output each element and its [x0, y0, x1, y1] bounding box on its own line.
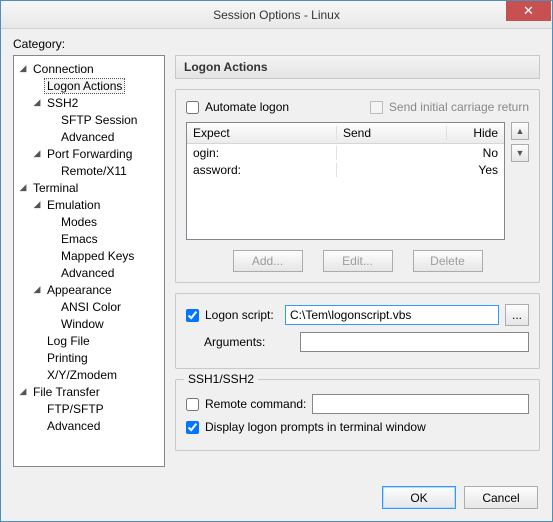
tree-modes[interactable]: Modes	[58, 215, 100, 229]
tree-advanced[interactable]: Advanced	[44, 419, 103, 433]
category-label: Category:	[13, 37, 540, 51]
settings-panel: Logon Actions Automate logon Send initia…	[175, 55, 540, 467]
tree-xyzmodem[interactable]: X/Y/Zmodem	[44, 368, 120, 382]
dialog-footer: OK Cancel	[382, 486, 538, 509]
ssh-legend: SSH1/SSH2	[184, 372, 258, 386]
chevron-down-icon[interactable]: ◢	[30, 148, 44, 159]
tree-remote-x11[interactable]: Remote/X11	[58, 164, 130, 178]
tree-emulation[interactable]: Emulation	[44, 198, 103, 212]
automate-logon-checkbox[interactable]	[186, 101, 199, 114]
tree-printing[interactable]: Printing	[44, 351, 91, 365]
send-initial-cr-label: Send initial carriage return	[389, 100, 529, 114]
logon-script-input[interactable]	[285, 305, 499, 325]
tree-logon-actions[interactable]: Logon Actions	[44, 78, 125, 94]
automate-logon-group: Automate logon Send initial carriage ret…	[175, 89, 540, 283]
tree-port-forwarding[interactable]: Port Forwarding	[44, 147, 135, 161]
expect-send-list[interactable]: Expect Send Hide ogin: No	[186, 122, 505, 240]
tree-terminal[interactable]: Terminal	[30, 181, 81, 195]
display-prompts-label: Display logon prompts in terminal window	[205, 420, 426, 434]
col-send[interactable]: Send	[337, 126, 447, 140]
category-tree[interactable]: ◢ Connection Logon Actions ◢SSH2 SFTP Se…	[13, 55, 165, 467]
ok-button[interactable]: OK	[382, 486, 456, 509]
automate-logon-label: Automate logon	[205, 100, 289, 114]
tree-window[interactable]: Window	[58, 317, 107, 331]
cancel-button[interactable]: Cancel	[464, 486, 538, 509]
tree-file-transfer[interactable]: File Transfer	[30, 385, 103, 399]
remote-command-label: Remote command:	[205, 397, 306, 411]
ssh-group: SSH1/SSH2 Remote command: Display logon …	[175, 379, 540, 451]
logon-script-label: Logon script:	[205, 308, 279, 322]
session-options-window: Session Options - Linux ✕ Category: ◢ Co…	[0, 0, 553, 522]
display-prompts-checkbox[interactable]	[186, 421, 199, 434]
chevron-down-icon[interactable]: ◢	[30, 284, 44, 295]
tree-appearance[interactable]: Appearance	[44, 283, 115, 297]
tree-ftp-sftp[interactable]: FTP/SFTP	[44, 402, 107, 416]
chevron-down-icon[interactable]: ◢	[30, 199, 44, 210]
logon-script-group: Logon script: ... Arguments:	[175, 293, 540, 369]
logon-script-checkbox[interactable]	[186, 309, 199, 322]
tree-advanced[interactable]: Advanced	[58, 130, 117, 144]
tree-connection[interactable]: Connection	[30, 62, 97, 76]
browse-button[interactable]: ...	[505, 304, 529, 326]
tree-advanced[interactable]: Advanced	[58, 266, 117, 280]
delete-button[interactable]: Delete	[413, 250, 483, 272]
tree-emacs[interactable]: Emacs	[58, 232, 101, 246]
tree-log-file[interactable]: Log File	[44, 334, 93, 348]
titlebar: Session Options - Linux ✕	[1, 1, 552, 29]
add-button[interactable]: Add...	[233, 250, 303, 272]
content-area: Category: ◢ Connection Logon Actions ◢SS…	[1, 29, 552, 477]
window-title: Session Options - Linux	[1, 8, 552, 22]
arguments-label: Arguments:	[186, 335, 294, 349]
table-row[interactable]: assword: Yes	[187, 161, 504, 178]
chevron-down-icon[interactable]: ◢	[16, 386, 30, 397]
remote-command-input[interactable]	[312, 394, 529, 414]
move-down-icon[interactable]: ▼	[511, 144, 529, 162]
list-header: Expect Send Hide	[187, 123, 504, 144]
col-hide[interactable]: Hide	[447, 126, 504, 140]
chevron-down-icon[interactable]: ◢	[30, 97, 44, 108]
tree-ansi-color[interactable]: ANSI Color	[58, 300, 124, 314]
edit-button[interactable]: Edit...	[323, 250, 393, 272]
tree-mapped-keys[interactable]: Mapped Keys	[58, 249, 137, 263]
move-up-icon[interactable]: ▲	[511, 122, 529, 140]
remote-command-checkbox[interactable]	[186, 398, 199, 411]
section-title: Logon Actions	[175, 55, 540, 79]
table-row[interactable]: ogin: No	[187, 144, 504, 161]
send-initial-cr-checkbox	[370, 101, 383, 114]
tree-sftp-session[interactable]: SFTP Session	[58, 113, 140, 127]
chevron-down-icon[interactable]: ◢	[16, 182, 30, 193]
arguments-input[interactable]	[300, 332, 529, 352]
tree-ssh2[interactable]: SSH2	[44, 96, 81, 110]
chevron-down-icon[interactable]: ◢	[16, 63, 30, 74]
col-expect[interactable]: Expect	[187, 126, 337, 140]
